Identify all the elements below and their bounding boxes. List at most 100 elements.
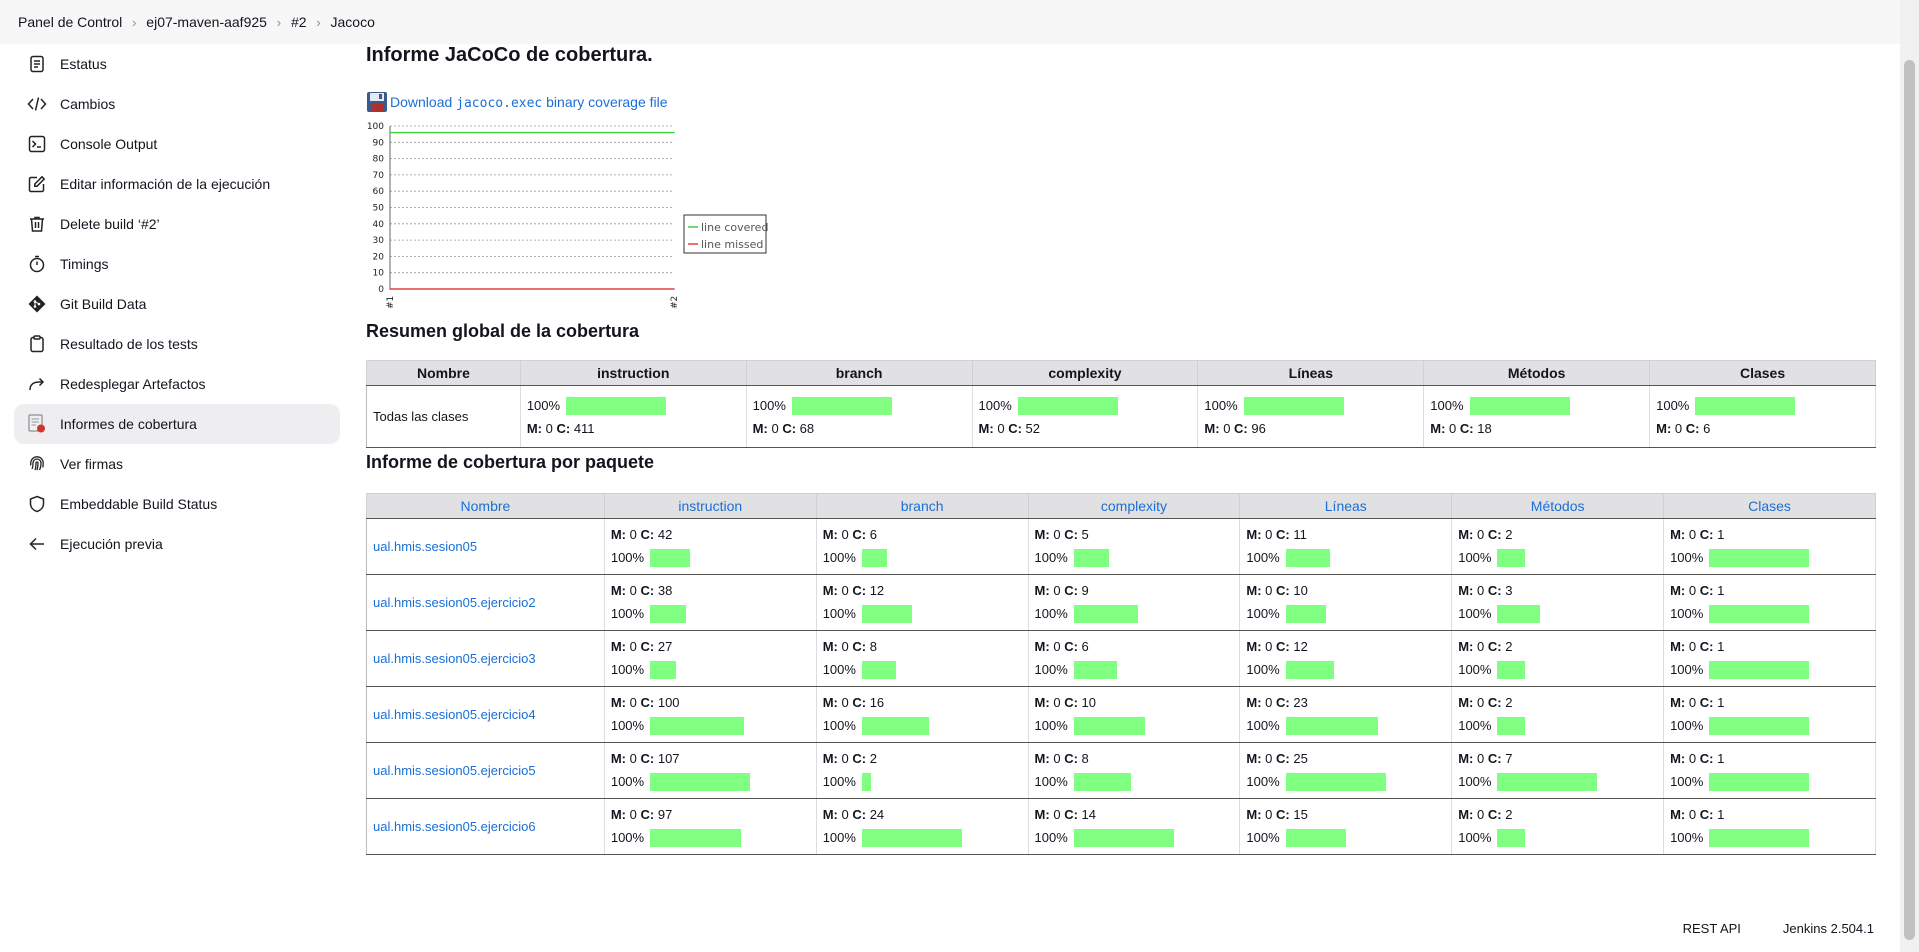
package-link[interactable]: ual.hmis.sesion05.ejercicio5: [373, 763, 536, 778]
package-table: Nombre instruction branch complexity Líneas M…: [366, 493, 1876, 855]
missed-covered-count: M: 0 C: 6: [1034, 638, 1089, 654]
package-heading: Informe de cobertura por paquete: [366, 452, 655, 472]
package-link[interactable]: ual.hmis.sesion05.ejercicio6: [373, 819, 536, 834]
sidebar-item-clipboard[interactable]: Resultado de los tests: [14, 324, 340, 364]
coverage-bar: [650, 604, 687, 623]
coverage-bar: [861, 772, 871, 791]
summary-table: Nombre instruction branch complexity Líneas M…: [366, 360, 1876, 448]
coverage-cell: M: 0 C: 14 100%: [1027, 798, 1241, 855]
missed-covered-count: M: 0 C: 25: [1246, 750, 1308, 766]
missed-covered-count: M: 0 C: 411: [526, 420, 595, 436]
package-name-cell: ual.hmis.sesion05.ejercicio5: [366, 742, 605, 799]
coverage-bar: [1709, 716, 1810, 735]
table-row: ual.hmis.sesion05.ejercicio4 M: 0 C: 100 1…: [366, 686, 1876, 743]
rest-api-link[interactable]: REST API: [1683, 921, 1741, 936]
coverage-percent: 100%: [611, 602, 810, 626]
column-header-2[interactable]: branch: [815, 493, 1029, 519]
sidebar-item-label: Embeddable Build Status: [60, 496, 218, 512]
sidebar-item-fingerprint[interactable]: Ver firmas: [14, 444, 340, 484]
column-header-5[interactable]: Métodos: [1451, 493, 1665, 519]
scrollbar[interactable]: [1900, 0, 1919, 952]
coverage-percent: 100%: [1458, 826, 1657, 850]
sidebar-item-redeploy[interactable]: Redesplegar Artefactos: [14, 364, 340, 404]
chevron-right-icon: ›: [316, 14, 321, 30]
sidebar-item-arrow-left[interactable]: Ejecución previa: [14, 524, 340, 564]
coverage-percent: 100%: [611, 546, 810, 570]
sidebar-item-label: Redesplegar Artefactos: [60, 376, 206, 392]
y-tick-label: 0: [378, 285, 384, 295]
document-icon: [26, 53, 48, 75]
coverage-bar: [1073, 604, 1138, 623]
missed-covered-count: M: 0 C: 68: [752, 420, 815, 436]
download-coverage-link[interactable]: Download jacoco.exec binary coverage fil…: [390, 94, 668, 111]
sidebar-item-trash[interactable]: Delete build ‘#2’: [14, 204, 340, 244]
column-header-1[interactable]: instruction: [603, 493, 817, 519]
coverage-cell: M: 0 C: 107 100%: [603, 742, 817, 799]
missed-covered-count: M: 0 C: 6: [1656, 420, 1711, 436]
sidebar-item-document[interactable]: Estatus: [14, 44, 340, 84]
sidebar-item-label: Ver firmas: [60, 456, 124, 472]
coverage-bar: [650, 772, 751, 791]
sidebar-item-label: Ejecución previa: [60, 536, 163, 552]
package-link[interactable]: ual.hmis.sesion05.ejercicio2: [373, 595, 536, 610]
y-tick-label: 80: [373, 155, 385, 165]
sidebar-item-coverage-report[interactable]: Informes de cobertura: [14, 404, 340, 444]
column-header-6: Clases: [1649, 360, 1876, 386]
git-icon: [26, 293, 48, 315]
table-row: ual.hmis.sesion05 M: 0 C: 42 100% M: 0 C: 6…: [366, 518, 1876, 575]
missed-covered-count: M: 0 C: 6: [822, 526, 877, 542]
coverage-percent: 100%: [1246, 602, 1445, 626]
coverage-bar: [1073, 716, 1145, 735]
coverage-percent: 100%: [1458, 714, 1657, 738]
column-header-4: Líneas: [1197, 360, 1425, 386]
package-link[interactable]: ual.hmis.sesion05: [373, 539, 477, 554]
page-title: Informe JaCoCo de cobertura.: [366, 44, 653, 66]
coverage-cell: M: 0 C: 12 100%: [815, 574, 1029, 631]
coverage-cell: M: 0 C: 2 100%: [1451, 630, 1665, 687]
coverage-cell: 100% M: 0 C: 96: [1197, 385, 1425, 448]
coverage-percent: 100%: [1670, 602, 1869, 626]
breadcrumb-job[interactable]: ej07-maven-aaf925: [146, 14, 267, 30]
table-row: ual.hmis.sesion05.ejercicio6 M: 0 C: 97 10…: [366, 798, 1876, 855]
breadcrumb-build[interactable]: #2: [291, 14, 307, 30]
sidebar-item-code[interactable]: Cambios: [14, 84, 340, 124]
coverage-percent: 100%: [1670, 546, 1869, 570]
sidebar-item-git[interactable]: Git Build Data: [14, 284, 340, 324]
chevron-right-icon: ›: [132, 14, 137, 30]
coverage-cell: M: 0 C: 1 100%: [1663, 742, 1876, 799]
stopwatch-icon: [26, 253, 48, 275]
sidebar-item-stopwatch[interactable]: Timings: [14, 244, 340, 284]
column-header-6[interactable]: Clases: [1663, 493, 1876, 519]
package-name-cell: ual.hmis.sesion05.ejercicio2: [366, 574, 605, 631]
package-link[interactable]: ual.hmis.sesion05.ejercicio3: [373, 651, 536, 666]
coverage-bar: [1073, 772, 1131, 791]
coverage-percent: 100%: [1035, 826, 1234, 850]
package-link[interactable]: ual.hmis.sesion05.ejercicio4: [373, 707, 536, 722]
coverage-percent: 100%: [611, 770, 810, 794]
column-header-0[interactable]: Nombre: [366, 493, 605, 519]
breadcrumb-jacoco[interactable]: Jacoco: [331, 14, 375, 30]
column-header-2: branch: [745, 360, 973, 386]
sidebar-item-terminal[interactable]: Console Output: [14, 124, 340, 164]
coverage-cell: M: 0 C: 2 100%: [815, 742, 1029, 799]
coverage-cell: M: 0 C: 6 100%: [815, 518, 1029, 575]
sidebar-item-shield[interactable]: Embeddable Build Status: [14, 484, 340, 524]
floppy-disk-icon: [366, 91, 388, 113]
scrollbar-thumb[interactable]: [1904, 60, 1915, 940]
sidebar-item-label: Editar información de la ejecución: [60, 176, 271, 192]
column-header-3[interactable]: complexity: [1027, 493, 1241, 519]
column-header-4[interactable]: Líneas: [1239, 493, 1453, 519]
coverage-cell: M: 0 C: 1 100%: [1663, 686, 1876, 743]
coverage-cell: M: 0 C: 7 100%: [1451, 742, 1665, 799]
table-row: Todas las clases 100% M: 0 C: 411 100% M: 0 …: [366, 385, 1876, 448]
y-tick-label: 100: [367, 122, 384, 132]
y-tick-label: 70: [373, 171, 385, 181]
coverage-bar: [861, 548, 887, 567]
jenkins-version[interactable]: Jenkins 2.504.1: [1783, 921, 1874, 936]
coverage-percent: 100%: [1430, 394, 1643, 418]
sidebar-item-label: Git Build Data: [60, 296, 147, 312]
coverage-percent: 100%: [1035, 714, 1234, 738]
sidebar-item-edit[interactable]: Editar información de la ejecución: [14, 164, 340, 204]
coverage-percent: 100%: [1246, 770, 1445, 794]
breadcrumb-dashboard[interactable]: Panel de Control: [18, 14, 122, 30]
